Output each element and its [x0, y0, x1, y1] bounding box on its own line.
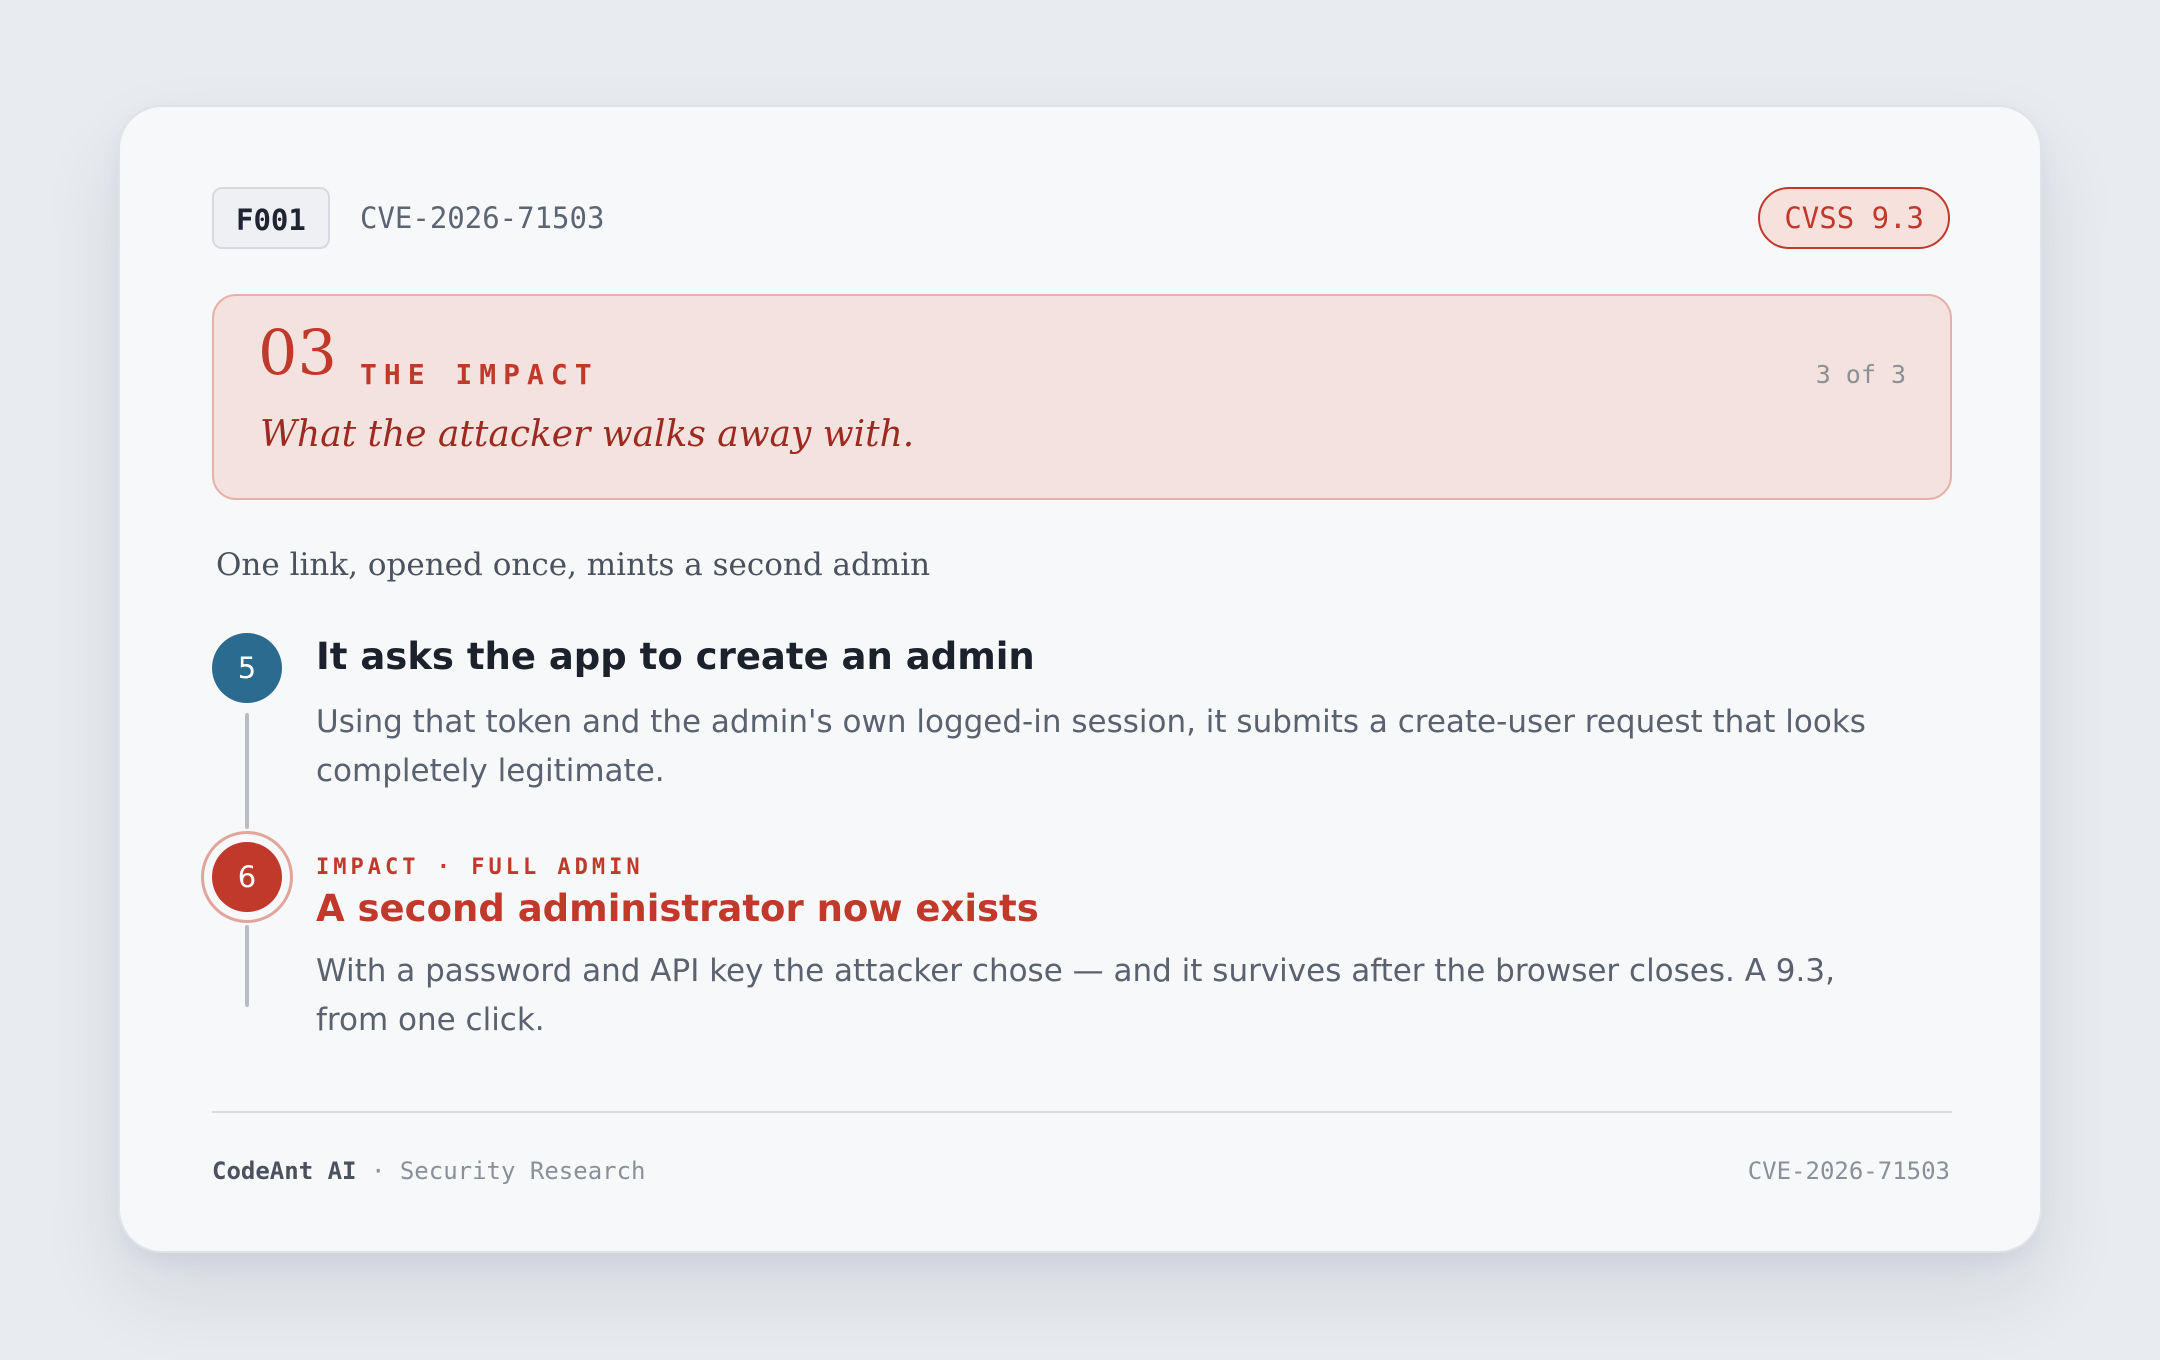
footer-brand: CodeAnt AI: [212, 1157, 357, 1185]
finding-card: F001 CVE-2026-71503 CVSS 9.3 03 THE IMPA…: [118, 105, 2042, 1253]
footer-cve-id: CVE-2026-71503: [1747, 1157, 1950, 1185]
impact-step-number-badge: 6: [212, 842, 282, 912]
footer-separator: ·: [356, 1157, 400, 1185]
cve-id: CVE-2026-71503: [360, 201, 605, 235]
impact-step-description: With a password and API key the attacker…: [316, 953, 1835, 1038]
stage-label: THE IMPACT: [360, 358, 599, 391]
impact-step-title: A second administrator now exists: [316, 887, 1039, 930]
finding-id-chip: F001: [212, 187, 330, 249]
step-number-badge: 5: [212, 633, 282, 703]
stage-panel: 03 THE IMPACT 3 of 3 What the attacker w…: [212, 294, 1952, 500]
step-description: Using that token and the admin's own log…: [316, 704, 1866, 789]
timeline-connector: [245, 713, 249, 829]
section-title: One link, opened once, mints a second ad…: [216, 547, 931, 583]
footer-subtitle: Security Research: [399, 1157, 646, 1185]
step-title: It asks the app to create an admin: [316, 635, 1035, 678]
timeline-connector: [245, 925, 249, 1007]
stage-tagline: What the attacker walks away with.: [260, 414, 915, 455]
cvss-badge: CVSS 9.3: [1758, 187, 1950, 249]
footer-brand-line: CodeAnt AI · Security Research: [212, 1157, 646, 1185]
footer-divider: [212, 1111, 1952, 1113]
stage-progress: 3 of 3: [1815, 360, 1906, 389]
impact-kicker: IMPACT · FULL ADMIN: [316, 855, 644, 880]
stage-number: 03: [258, 316, 337, 389]
